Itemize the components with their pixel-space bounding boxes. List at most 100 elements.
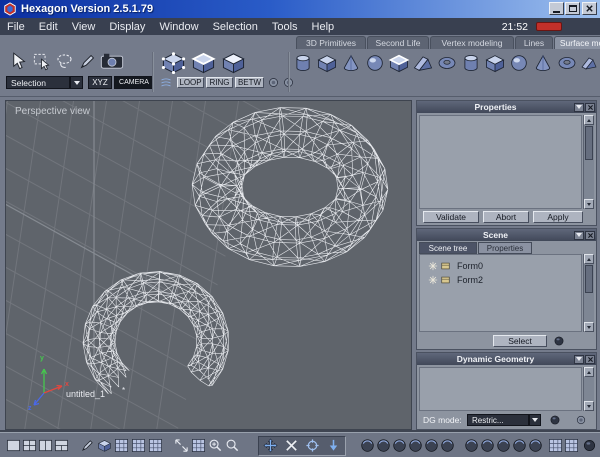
apply-button[interactable]: Apply [533,211,583,223]
render-ball-3-icon[interactable] [496,438,511,453]
extra-options-icon[interactable] [582,438,597,453]
scene-properties-tab[interactable]: Properties [478,242,532,254]
fit-view-icon[interactable] [174,438,189,453]
menu-edit[interactable]: Edit [32,18,65,35]
scrollbar-thumb[interactable] [585,265,593,293]
faces-selection-mode-icon[interactable] [220,51,247,74]
scrollbar-down-button[interactable] [584,322,594,332]
ring-button[interactable]: RING [206,77,233,88]
drop-manipulator-icon[interactable] [326,438,341,453]
layout-quad-icon[interactable] [22,438,37,453]
dg-knob-1[interactable] [549,414,561,426]
dg-knob-2[interactable] [575,414,587,426]
material-ball-4-icon[interactable] [408,438,423,453]
minimize-button[interactable] [549,2,564,15]
shaded-mode-icon[interactable] [97,438,112,453]
grid-display-2-icon[interactable] [131,438,146,453]
zoom-in-icon[interactable] [208,438,223,453]
dg-close-button[interactable] [585,354,595,364]
rect-select-tool-icon[interactable] [31,52,52,71]
material-ball-1-icon[interactable] [360,438,375,453]
render-ball-5-icon[interactable] [528,438,543,453]
surface-tool-2-icon[interactable] [316,53,338,73]
tab-vertex-modeling[interactable]: Vertex modeling [430,36,514,49]
uv-grid-1-icon[interactable] [548,438,563,453]
scene-close-button[interactable] [585,230,595,240]
record-indicator-button[interactable] [536,22,562,31]
properties-scrollbar[interactable] [583,115,594,209]
surface-tool-13-icon[interactable] [580,53,598,73]
surface-tool-12-icon[interactable] [556,53,578,73]
material-ball-3-icon[interactable] [392,438,407,453]
surface-tool-1-icon[interactable] [292,53,314,73]
grid-display-3-icon[interactable] [148,438,163,453]
menu-tools[interactable]: Tools [265,18,305,35]
material-ball-6-icon[interactable] [440,438,455,453]
points-selection-mode-icon[interactable] [160,51,187,74]
item-visibility-icon[interactable] [428,261,438,271]
grid-display-1-icon[interactable] [114,438,129,453]
surface-tool-4-icon[interactable] [364,53,386,73]
dg-mode-dropdown[interactable]: Restric... [467,414,529,426]
cancel-manipulator-icon[interactable] [284,438,299,453]
lasso-select-tool-icon[interactable] [54,52,75,71]
layout-vsplit-icon[interactable] [38,438,53,453]
surface-tool-8-icon[interactable] [460,53,482,73]
validate-button[interactable]: Validate [423,211,479,223]
surface-tool-5-icon[interactable] [388,53,410,73]
scrollbar-down-button[interactable] [584,199,594,209]
close-button[interactable] [582,2,597,15]
menu-window[interactable]: Window [152,18,205,35]
scrollbar-up-button[interactable] [584,254,594,264]
zoom-tool-icon[interactable] [225,438,240,453]
tab-lines[interactable]: Lines [515,36,553,49]
select-button[interactable]: Select [493,335,547,347]
select-tool-icon[interactable] [8,52,29,71]
material-ball-2-icon[interactable] [376,438,391,453]
menu-file[interactable]: File [0,18,32,35]
grow-selection-icon[interactable] [267,76,280,89]
layout-hsplit-icon[interactable] [54,438,69,453]
item-visibility-icon[interactable] [428,275,438,285]
tab-3d-primitives[interactable]: 3D Primitives [296,36,366,49]
scrollbar-thumb[interactable] [585,126,593,160]
scene-tree-tab[interactable]: Scene tree [419,242,477,254]
dg-mode-dropdown-arrow[interactable] [529,414,541,426]
abort-button[interactable]: Abort [483,211,529,223]
menu-help[interactable]: Help [305,18,342,35]
surface-tool-7-icon[interactable] [436,53,458,73]
render-ball-4-icon[interactable] [512,438,527,453]
scrollbar-up-button[interactable] [584,115,594,125]
scene-options-knob[interactable] [553,335,565,347]
universal-manipulator-icon[interactable] [263,438,278,453]
loop-button[interactable]: LOOP [177,77,204,88]
layout-single-icon[interactable] [6,438,21,453]
properties-close-button[interactable] [585,102,595,112]
snap-grid-icon[interactable] [191,438,206,453]
scene-tree-item-form0[interactable]: Form0 [422,259,580,272]
dg-scrollbar[interactable] [583,367,594,411]
scrollbar-up-button[interactable] [584,367,594,377]
surface-tool-9-icon[interactable] [484,53,506,73]
render-ball-1-icon[interactable] [464,438,479,453]
edges-selection-mode-icon[interactable] [190,51,217,74]
betw-button[interactable]: BETW [235,77,264,88]
surface-tool-3-icon[interactable] [340,53,362,73]
scene-collapse-button[interactable] [574,230,584,240]
menu-selection[interactable]: Selection [206,18,265,35]
render-ball-2-icon[interactable] [480,438,495,453]
selection-dropdown-arrow-button[interactable] [70,76,83,89]
edge-loop-icon[interactable] [158,77,174,89]
surface-tool-6-icon[interactable] [412,53,434,73]
material-ball-5-icon[interactable] [424,438,439,453]
properties-collapse-button[interactable] [574,102,584,112]
maximize-button[interactable] [565,2,580,15]
tab-second-life[interactable]: Second Life [367,36,429,49]
scene-tree-item-form2[interactable]: Form2 [422,273,580,286]
dg-collapse-button[interactable] [574,354,584,364]
scrollbar-down-button[interactable] [584,401,594,411]
surface-tool-11-icon[interactable] [532,53,554,73]
uv-grid-2-icon[interactable] [564,438,579,453]
selection-dropdown[interactable]: Selection [6,76,70,89]
xyz-button[interactable]: XYZ [88,76,112,89]
